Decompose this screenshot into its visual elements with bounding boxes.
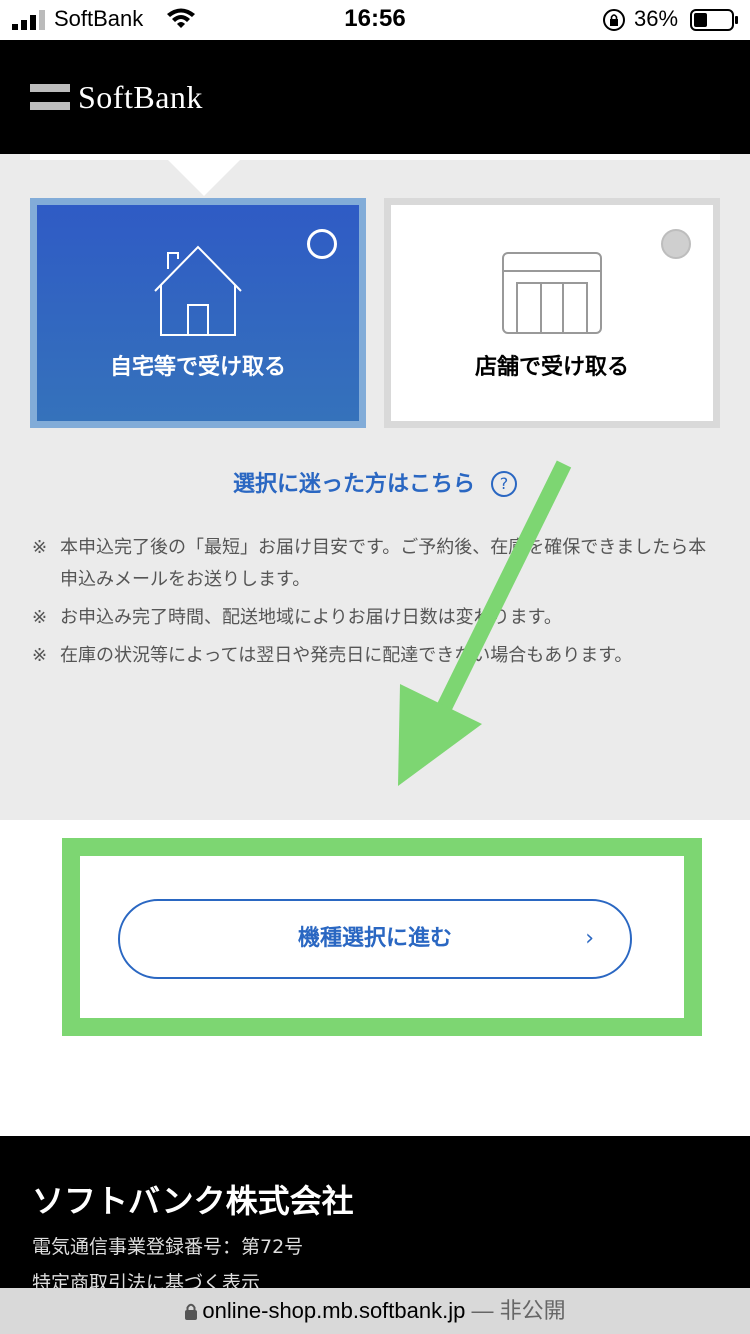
proceed-button-label: 機種選択に進む xyxy=(297,926,452,951)
question-icon: ? xyxy=(491,471,517,497)
logo-bars-icon xyxy=(30,82,70,112)
proceed-to-device-selection-button[interactable]: 機種選択に進む › xyxy=(118,899,632,979)
lock-icon xyxy=(185,1303,198,1320)
note-item: ※ お申込み完了時間、配送地域によりお届け日数は変わります。 xyxy=(32,607,562,628)
delivery-option-home-label: 自宅等で受け取る xyxy=(109,355,286,380)
note-item: ※ 在庫の状況等によっては翌日や発売日に配達できない場合もあります。 xyxy=(32,645,633,666)
chevron-right-icon: › xyxy=(585,926,594,951)
delivery-option-store-label: 店舗で受け取る xyxy=(474,355,629,380)
company-name: ソフトバンク株式会社 xyxy=(32,1182,354,1220)
url-domain: online-shop.mb.softbank.jp xyxy=(202,1298,466,1323)
registration-number: 電気通信事業登録番号：第72号 xyxy=(32,1236,304,1258)
delivery-notes: ※ 本申込完了後の「最短」お届け目安です。ご予約後、在庫を確保できましたら本申込… xyxy=(32,532,722,678)
tab-strip xyxy=(30,154,720,160)
help-choosing-label: 選択に迷った方はこちら xyxy=(232,472,475,497)
store-icon xyxy=(502,252,602,334)
url-suffix: — 非公開 xyxy=(465,1298,566,1323)
help-choosing-link[interactable]: 選択に迷った方はこちら? xyxy=(0,466,750,498)
delivery-option-store[interactable]: 店舗で受け取る xyxy=(384,198,720,428)
page: SoftBank 16:56 36% SoftBank 自宅等で受け取る 店舗で… xyxy=(0,0,750,1334)
softbank-logo[interactable]: SoftBank xyxy=(30,78,203,115)
house-icon xyxy=(154,245,242,336)
battery-percent: 36% xyxy=(634,6,679,31)
browser-url-bar[interactable]: online-shop.mb.softbank.jp — 非公開 xyxy=(0,1288,750,1334)
selection-notch xyxy=(168,160,240,196)
delivery-option-home[interactable]: 自宅等で受け取る xyxy=(30,198,366,428)
status-bar: SoftBank 16:56 36% xyxy=(0,0,750,40)
note-item: ※ 本申込完了後の「最短」お届け目安です。ご予約後、在庫を確保できましたら本申込… xyxy=(32,537,707,590)
battery-icon xyxy=(690,9,738,31)
site-header: SoftBank xyxy=(0,40,750,154)
orientation-lock-icon xyxy=(603,9,625,31)
logo-text: SoftBank xyxy=(78,78,203,115)
delivery-method-section: 自宅等で受け取る 店舗で受け取る 選択に迷った方はこちら? ※ 本申込完了後の「… xyxy=(0,154,750,820)
